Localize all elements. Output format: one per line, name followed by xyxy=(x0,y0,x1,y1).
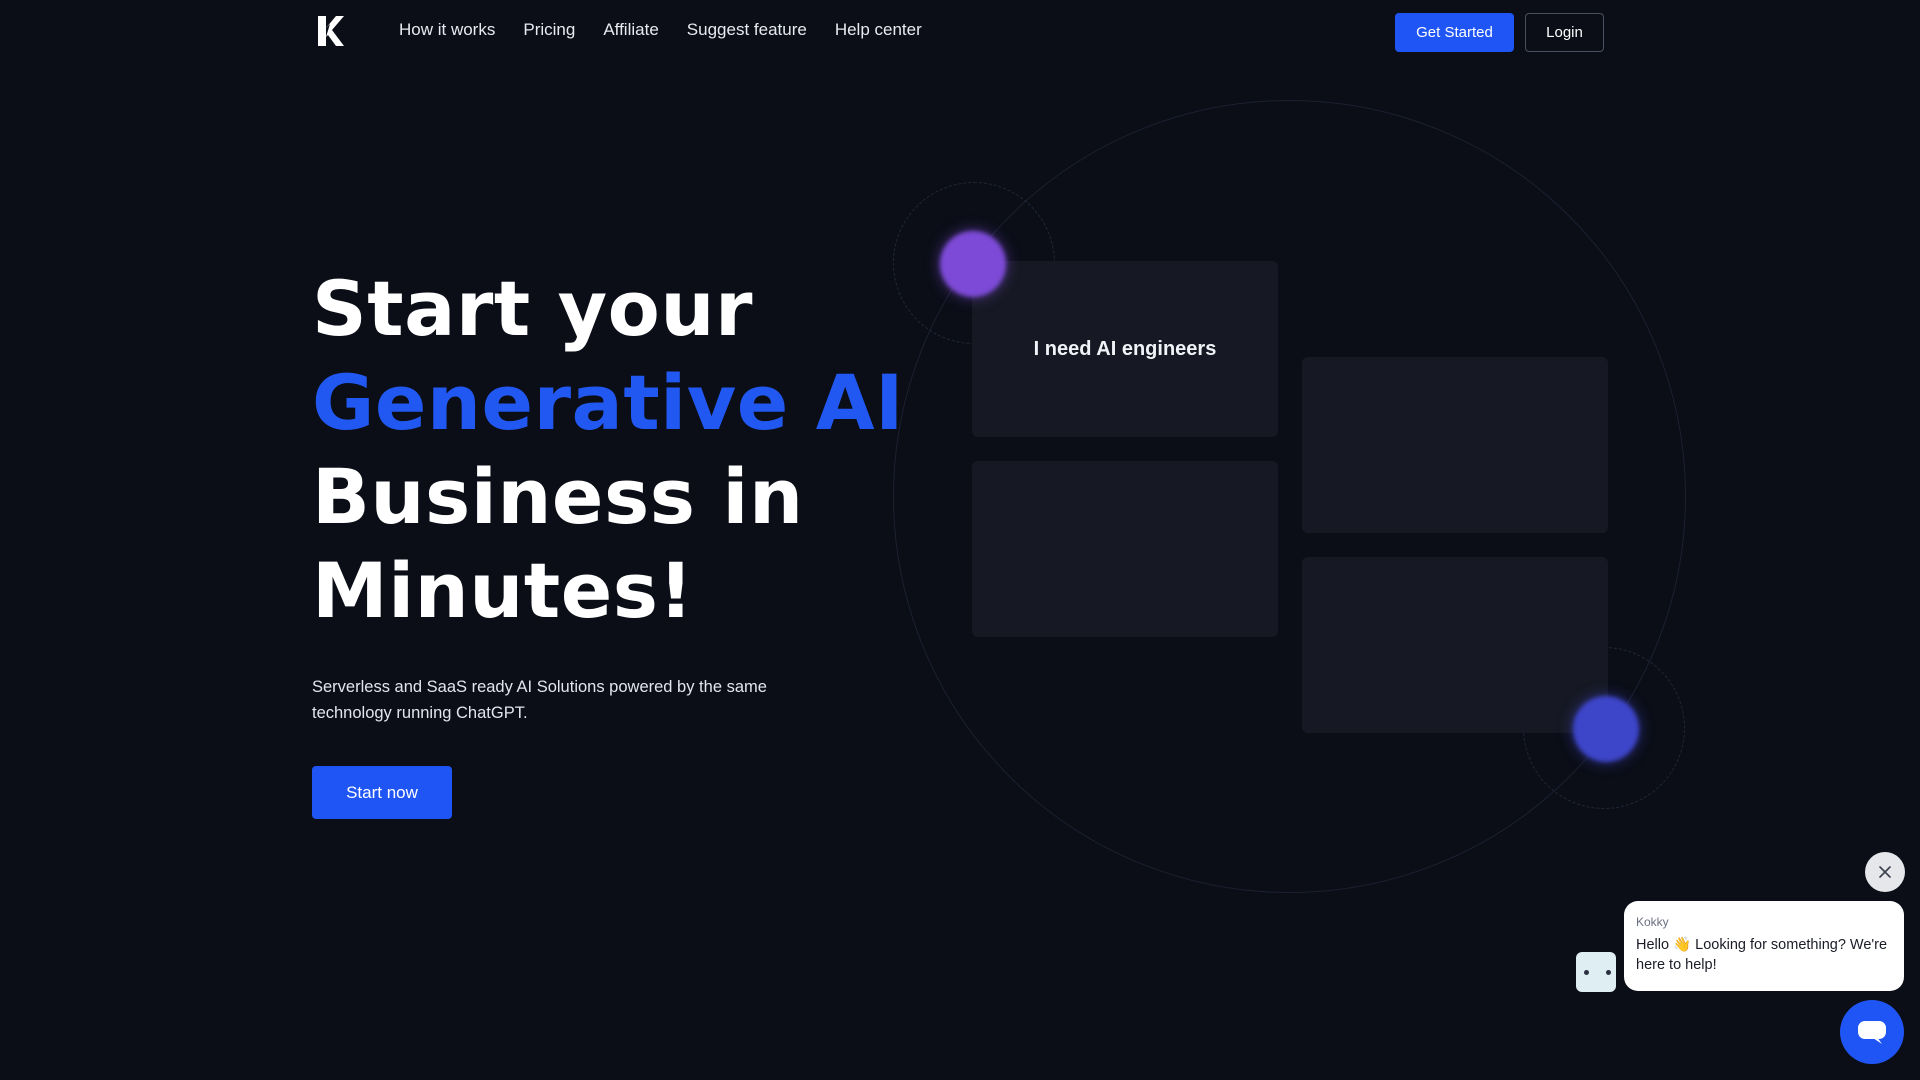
hero-title-line-1: Start your xyxy=(312,264,753,353)
nav-links: How it works Pricing Affiliate Suggest f… xyxy=(399,20,922,40)
hero-title: Start your Generative AI Business in Min… xyxy=(312,262,904,638)
purple-orb xyxy=(940,231,1006,297)
start-now-button[interactable]: Start now xyxy=(312,766,452,819)
feature-card-empty-2 xyxy=(1302,357,1608,533)
nav-link-help-center[interactable]: Help center xyxy=(835,20,922,40)
blue-orb xyxy=(1573,696,1639,762)
hero-subtitle: Serverless and SaaS ready AI Solutions p… xyxy=(312,678,767,722)
top-nav: How it works Pricing Affiliate Suggest f… xyxy=(0,0,1920,64)
hero-title-accent: Generative AI xyxy=(312,358,904,447)
nav-link-suggest-feature[interactable]: Suggest feature xyxy=(687,20,807,40)
bot-avatar-icon xyxy=(1576,952,1616,992)
chat-message: Hello 👋 Looking for something? We're her… xyxy=(1636,937,1888,973)
chat-launcher-button[interactable] xyxy=(1840,1000,1904,1064)
feature-card-empty-4 xyxy=(1302,557,1608,733)
hero-title-line-4: Minutes! xyxy=(312,546,694,635)
feature-card-ai-engineers: I need AI engineers xyxy=(972,261,1278,437)
close-icon[interactable] xyxy=(1865,852,1905,892)
feature-card-text: I need AI engineers xyxy=(1033,337,1217,360)
bot-eye-left xyxy=(1584,970,1589,975)
chat-icon xyxy=(1858,1021,1886,1044)
nav-link-pricing[interactable]: Pricing xyxy=(523,20,575,40)
feature-card-empty-3 xyxy=(972,461,1278,637)
nav-link-how-it-works[interactable]: How it works xyxy=(399,20,495,40)
chat-agent-name: Kokky xyxy=(1636,915,1669,929)
nav-link-affiliate[interactable]: Affiliate xyxy=(603,20,658,40)
chat-greeting-bubble[interactable]: Kokky Hello 👋 Looking for something? We'… xyxy=(1624,901,1904,991)
bot-eye-right xyxy=(1606,970,1611,975)
hero-title-line-3: Business in xyxy=(312,452,804,541)
get-started-button[interactable]: Get Started xyxy=(1395,13,1514,52)
logo-k-icon[interactable] xyxy=(316,14,346,48)
login-button[interactable]: Login xyxy=(1525,13,1604,52)
